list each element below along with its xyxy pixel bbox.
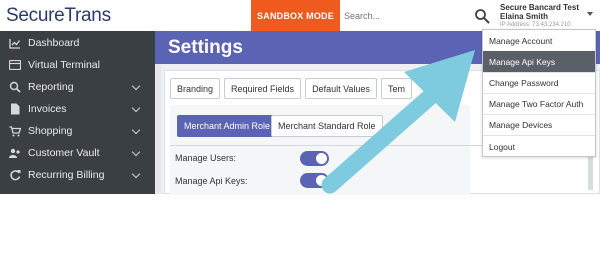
search-input[interactable] — [344, 7, 464, 24]
logo-text-prefix: S — [6, 5, 19, 26]
merchant-admin-role-button[interactable]: Merchant Admin Role — [177, 115, 278, 137]
sidebar-item-customer-vault[interactable]: Customer Vault — [0, 142, 155, 164]
menu-item-manage-two-factor-auth[interactable]: Manage Two Factor Auth — [483, 93, 595, 114]
sidebar-item-label: Invoices — [28, 103, 67, 115]
sidebar-item-recurring-billing[interactable]: Recurring Billing — [0, 164, 155, 186]
user-name: Elaina Smith — [500, 12, 549, 21]
chevron-down-icon[interactable] — [131, 81, 141, 91]
tab-templates[interactable]: Tem — [380, 78, 412, 99]
cart-icon — [9, 125, 21, 137]
menu-item-manage-account[interactable]: Manage Account — [483, 30, 595, 51]
menu-item-manage-api-keys[interactable]: Manage Api Keys — [483, 51, 595, 72]
sidebar-item-label: Recurring Billing — [28, 169, 105, 181]
menu-item-logout[interactable]: Logout — [483, 136, 595, 157]
sidebar: Dashboard Virtual Terminal Reporting Inv… — [0, 31, 155, 194]
account-dropdown-menu: Manage Account Manage Api Keys Change Pa… — [482, 29, 596, 157]
divider — [170, 145, 485, 146]
manage-users-toggle[interactable] — [300, 151, 329, 166]
tab-required-fields[interactable]: Required Fields — [224, 78, 302, 99]
sidebar-item-shopping[interactable]: Shopping — [0, 120, 155, 142]
top-bar: SecureTrans SANDBOX MODE Secure Bancard … — [0, 0, 600, 31]
menu-item-change-password[interactable]: Change Password — [483, 72, 595, 93]
user-account-block[interactable]: Secure Bancard Test Elaina Smith IP Addr… — [500, 3, 595, 29]
manage-api-keys-label: Manage Api Keys: — [175, 176, 248, 186]
sidebar-item-reporting[interactable]: Reporting — [0, 76, 155, 98]
search-icon — [9, 81, 21, 93]
search-icon[interactable] — [474, 8, 490, 24]
invoice-icon — [9, 103, 21, 115]
search-area — [340, 0, 476, 31]
chart-icon — [9, 37, 21, 49]
settings-tabs: Branding Required Fields Default Values … — [170, 78, 416, 99]
menu-item-manage-devices[interactable]: Manage Devices — [483, 114, 595, 135]
logo-text-rest: ecureTrans — [18, 5, 111, 26]
chevron-down-icon[interactable] — [131, 169, 141, 179]
chevron-down-icon[interactable] — [131, 103, 141, 113]
sidebar-item-label: Reporting — [28, 81, 74, 93]
page-title: Settings — [168, 37, 243, 58]
sidebar-item-invoices[interactable]: Invoices — [0, 98, 155, 120]
manage-api-keys-toggle[interactable] — [300, 173, 329, 188]
chevron-down-icon[interactable] — [587, 12, 593, 16]
sidebar-item-label: Shopping — [28, 125, 73, 137]
manage-users-label: Manage Users: — [175, 153, 237, 163]
sidebar-item-virtual-terminal[interactable]: Virtual Terminal — [0, 54, 155, 76]
left-gutter — [155, 64, 161, 194]
tab-default-values[interactable]: Default Values — [305, 78, 377, 99]
sidebar-item-label: Dashboard — [28, 37, 80, 49]
sandbox-mode-badge: SANDBOX MODE — [251, 0, 340, 31]
terminal-icon — [9, 59, 21, 71]
sidebar-item-label: Customer Vault — [28, 147, 100, 159]
chevron-down-icon[interactable] — [131, 147, 141, 157]
sidebar-item-dashboard[interactable]: Dashboard — [0, 32, 155, 54]
merchant-standard-role-button[interactable]: Merchant Standard Role — [271, 115, 383, 137]
users-icon — [9, 147, 21, 159]
sidebar-item-label: Virtual Terminal — [28, 59, 100, 71]
chevron-down-icon[interactable] — [131, 125, 141, 135]
securetrans-logo[interactable]: SecureTrans — [6, 4, 111, 28]
user-company: Secure Bancard Test — [500, 3, 579, 12]
user-ip-address: IP Address: 73.43.234.210 — [500, 22, 571, 28]
tab-branding[interactable]: Branding — [170, 78, 221, 99]
refresh-icon — [9, 169, 21, 181]
